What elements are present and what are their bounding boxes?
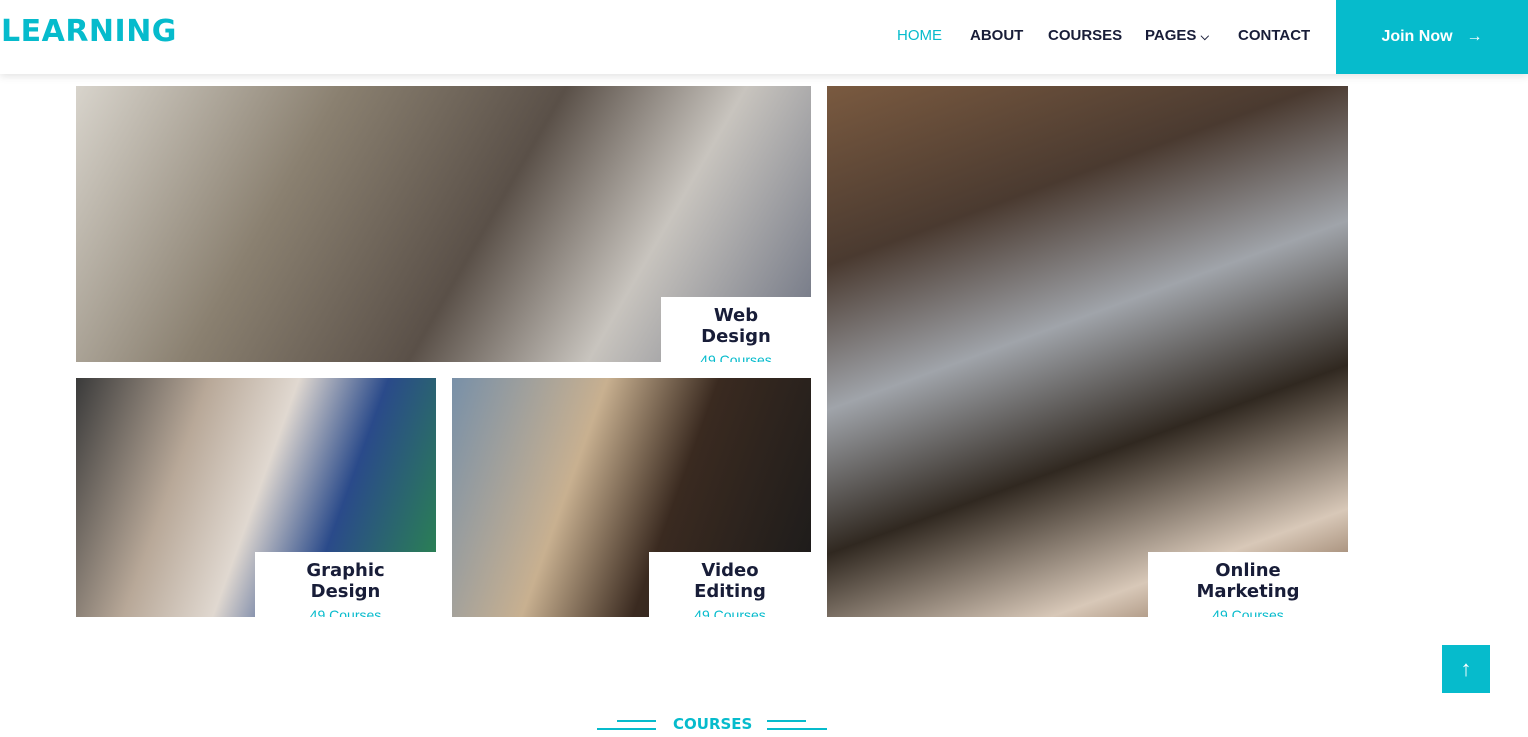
nav-pages[interactable]: PAGES ⌵ [1145,27,1209,44]
arrow-right-icon: → [1466,28,1483,45]
category-label: Graphic Design 49 Courses [255,552,436,617]
nav-about[interactable]: ABOUT [970,27,1023,44]
divider [597,728,656,730]
arrow-up-icon: ↑ [1460,656,1472,681]
category-count: 49 Courses [1212,607,1284,617]
category-web-design[interactable]: Web Design 49 Courses [76,86,811,362]
category-video-editing[interactable]: Video Editing 49 Courses [452,378,811,617]
category-title: Graphic Design [306,560,385,602]
category-graphic-design[interactable]: Graphic Design 49 Courses [76,378,436,617]
divider [767,720,806,722]
category-online-marketing[interactable]: Online Marketing 49 Courses [827,86,1348,617]
category-count: 49 Courses [309,607,382,617]
section-label: COURSES [673,715,753,733]
category-title: Web Design [701,305,771,347]
join-now-label: Join Now [1381,28,1453,45]
category-count: 49 Courses [700,352,772,362]
chevron-down-icon: ⌵ [1200,31,1209,43]
divider [767,728,827,730]
navbar: LEARNING HOME ABOUT COURSES PAGES ⌵ CONT… [0,0,1528,74]
category-title: Online Marketing [1196,560,1300,602]
join-now-button[interactable]: Join Now → [1336,0,1528,74]
category-label: Online Marketing 49 Courses [1148,552,1348,617]
nav-pages-label: PAGES [1145,27,1197,44]
nav-home[interactable]: HOME [897,27,942,44]
back-to-top-button[interactable]: ↑ [1442,645,1490,693]
section-heading: COURSES [597,714,827,734]
nav-contact[interactable]: CONTACT [1238,27,1310,44]
category-title: Video Editing [694,560,766,602]
category-label: Video Editing 49 Courses [649,552,811,617]
category-label: Web Design 49 Courses [661,297,811,362]
category-count: 49 Courses [694,607,766,617]
nav-courses[interactable]: COURSES [1048,27,1122,44]
divider [617,720,656,722]
logo[interactable]: LEARNING [1,14,177,49]
